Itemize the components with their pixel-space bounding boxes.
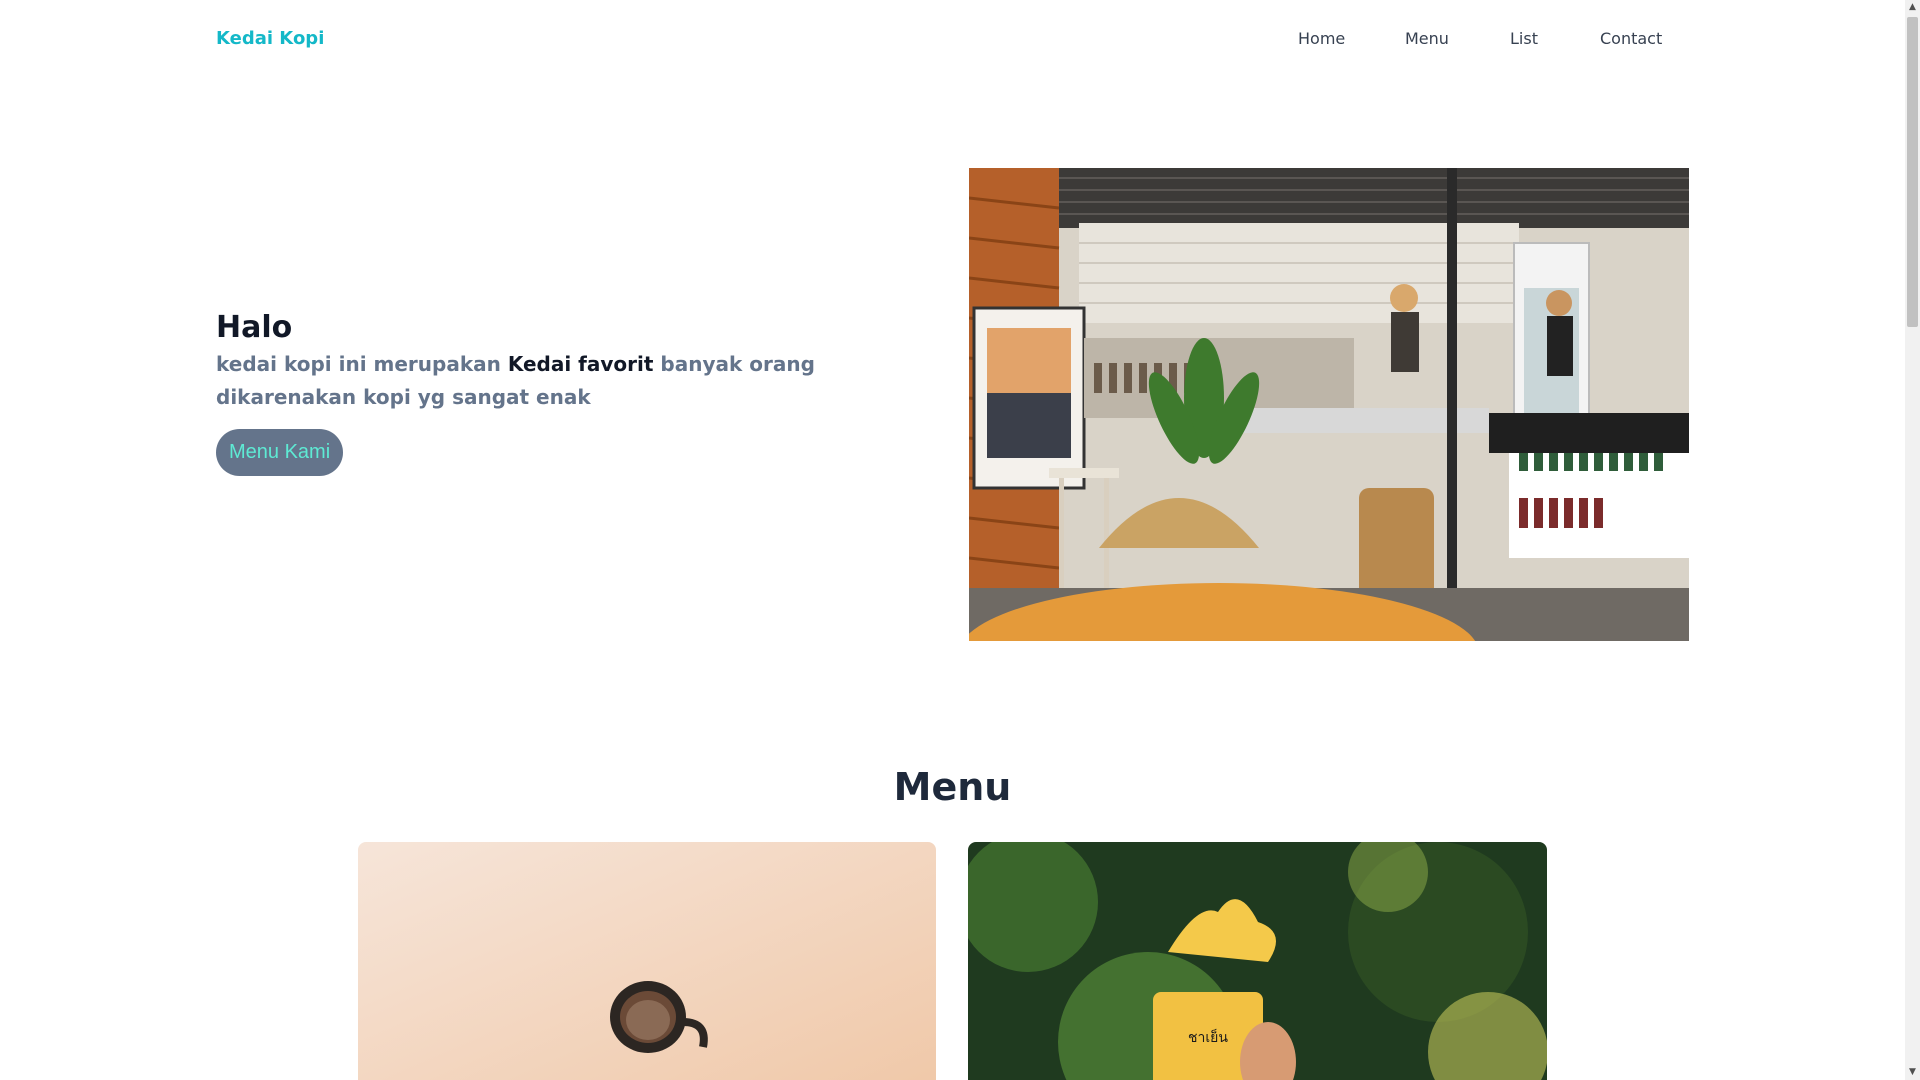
navbar: Kedai Kopi Home Menu List Contact bbox=[0, 0, 1900, 80]
hero-title: Halo bbox=[216, 310, 293, 345]
hero-cafe-image bbox=[969, 168, 1689, 641]
iced-drink-splash-photo: ชาเย็น bbox=[968, 842, 1547, 1080]
hero-desc-part1: kedai kopi ini merupakan bbox=[216, 352, 508, 376]
scrollbar-thumb[interactable] bbox=[1907, 17, 1918, 327]
coffee-cup-photo bbox=[358, 842, 936, 1080]
hero-description: kedai kopi ini merupakan Kedai favorit b… bbox=[216, 348, 916, 414]
hero-section: Halo kedai kopi ini merupakan Kedai favo… bbox=[216, 310, 916, 476]
nav-link-list[interactable]: List bbox=[1510, 29, 1538, 48]
menu-heading: Menu bbox=[893, 765, 1012, 809]
page-scrollbar[interactable]: ▲ ▼ bbox=[1905, 0, 1920, 1080]
menu-card-coffee[interactable] bbox=[358, 842, 936, 1080]
scroll-up-arrow-icon[interactable]: ▲ bbox=[1905, 0, 1920, 15]
nav-link-home[interactable]: Home bbox=[1298, 29, 1345, 48]
hero-desc-strong: Kedai favorit bbox=[507, 352, 654, 376]
svg-text:ชาเย็น: ชาเย็น bbox=[1188, 1028, 1228, 1046]
cafe-interior-photo bbox=[969, 168, 1689, 641]
nav-link-menu[interactable]: Menu bbox=[1405, 29, 1449, 48]
brand-logo[interactable]: Kedai Kopi bbox=[216, 28, 324, 49]
scroll-down-arrow-icon[interactable]: ▼ bbox=[1905, 1065, 1920, 1080]
nav-link-contact[interactable]: Contact bbox=[1600, 29, 1662, 48]
menu-kami-button[interactable]: Menu Kami bbox=[216, 429, 344, 476]
page: Kedai Kopi Home Menu List Contact Halo k… bbox=[0, 0, 1920, 1080]
menu-card-iced-drink[interactable]: ชาเย็น bbox=[968, 842, 1547, 1080]
